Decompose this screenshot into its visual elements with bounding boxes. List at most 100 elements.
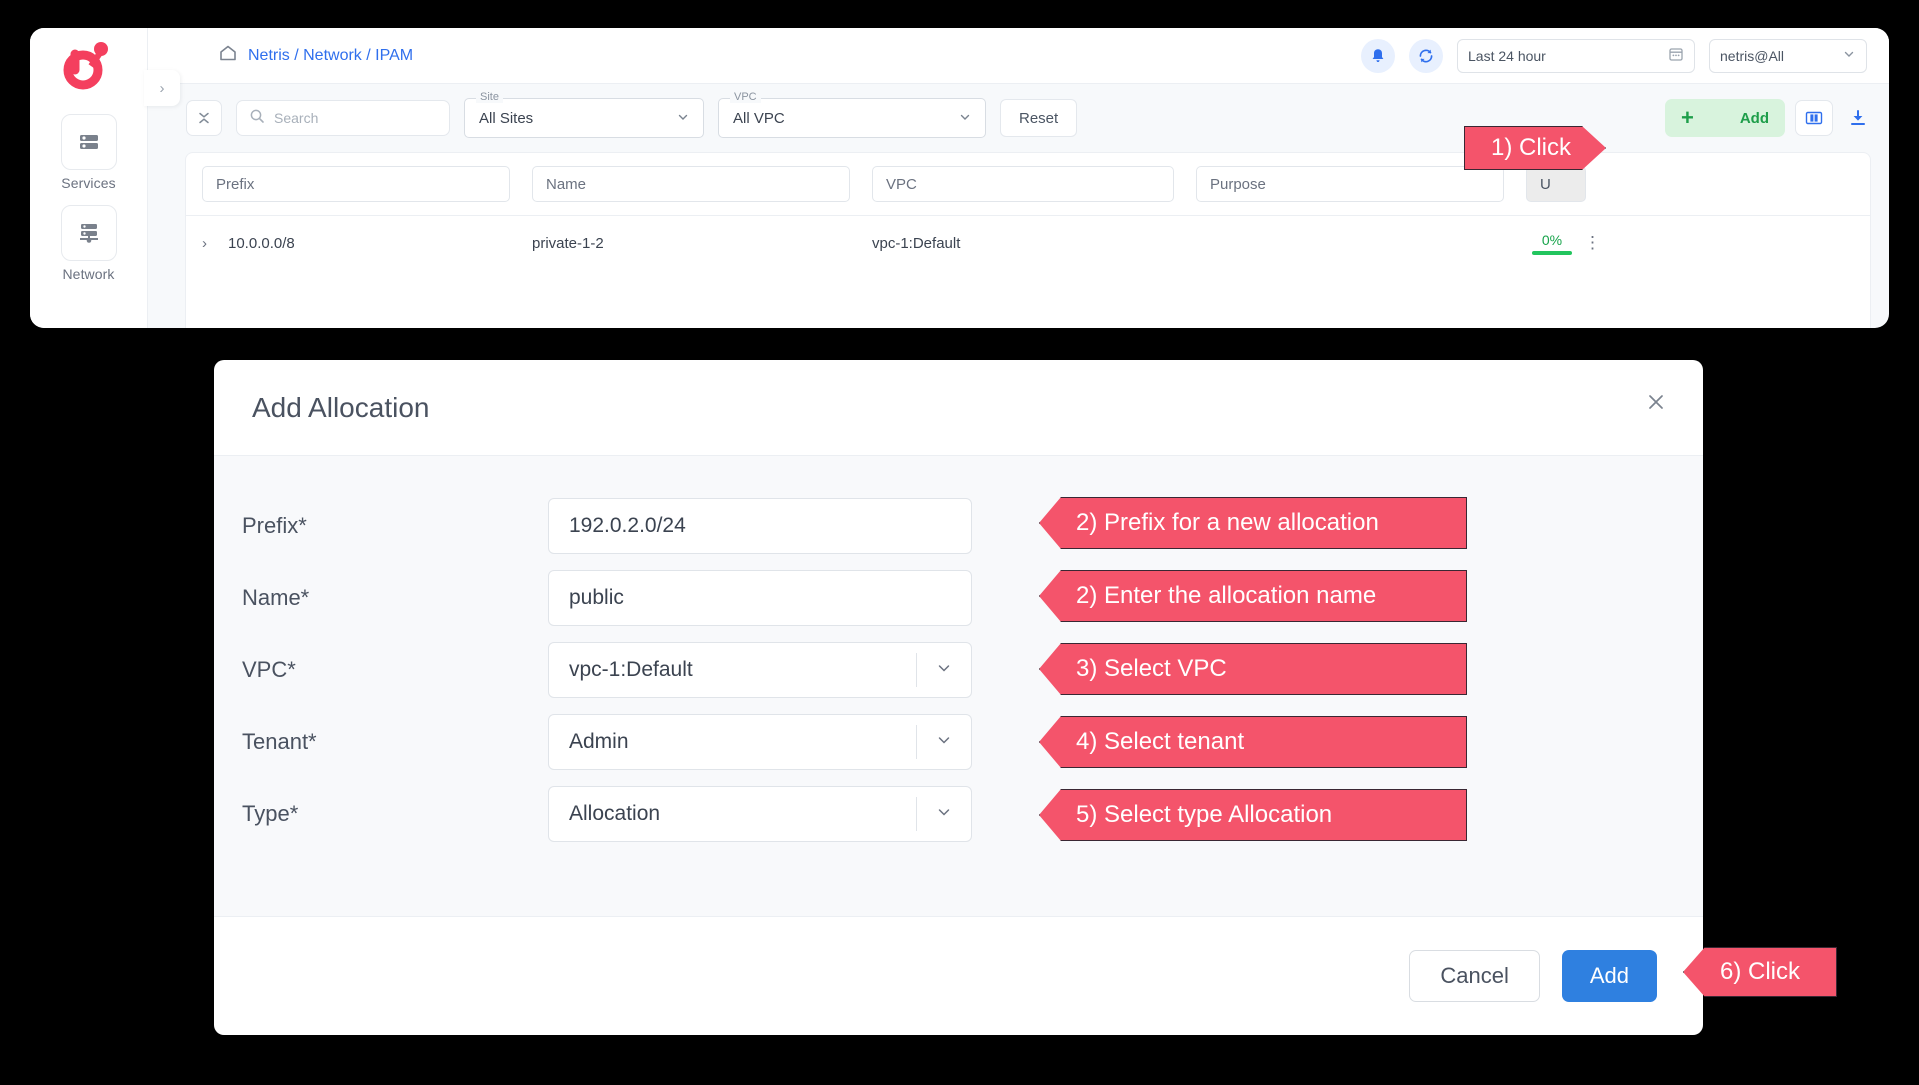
filter-utilization[interactable]: U: [1526, 166, 1586, 202]
field-row-type: Type* Allocation: [214, 778, 1703, 850]
add-button[interactable]: + Add: [1665, 99, 1785, 137]
sidebar-expand-toggle[interactable]: ›: [144, 70, 180, 106]
screenshot-stage: Services Network ›: [0, 0, 1919, 1085]
chevron-down-icon: [917, 659, 971, 682]
callout-step-1-label: 1) Click: [1491, 134, 1571, 162]
utilization-bar: [1532, 251, 1572, 255]
table-row[interactable]: › 10.0.0.0/8 private-1-2 vpc-1:Default 0…: [186, 216, 1870, 270]
label-tenant: Tenant*: [242, 729, 548, 755]
input-name[interactable]: public: [548, 570, 972, 626]
breadcrumb[interactable]: Netris / Network / IPAM: [218, 43, 413, 68]
site-select[interactable]: Site All Sites: [464, 98, 704, 138]
cell-utilization: 0%: [1526, 232, 1578, 255]
modal-header: Add Allocation: [214, 360, 1703, 455]
callout-step-6: 6) Click: [1683, 947, 1837, 997]
netris-logo-icon[interactable]: [30, 28, 148, 100]
chevron-down-icon: [917, 803, 971, 826]
user-menu-value: netris@All: [1720, 48, 1784, 64]
row-menu-icon[interactable]: ⋮: [1578, 233, 1608, 253]
modal-title: Add Allocation: [252, 392, 429, 424]
utilization-value: 0%: [1526, 232, 1578, 248]
select-type-value: Allocation: [569, 802, 660, 826]
site-select-value: All Sites: [479, 110, 533, 127]
vpc-select-legend: VPC: [730, 91, 761, 103]
bell-icon[interactable]: [1361, 39, 1395, 73]
server-stack-icon: [61, 114, 117, 170]
filter-utilization-placeholder: U: [1540, 176, 1551, 193]
callout-step-2-name-label: 2) Enter the allocation name: [1076, 582, 1376, 610]
filter-vpc[interactable]: VPC: [872, 166, 1174, 202]
search-icon: [249, 108, 265, 129]
filter-prefix[interactable]: Prefix: [202, 166, 510, 202]
callout-step-6-label: 6) Click: [1720, 958, 1800, 986]
callout-step-2-prefix: 2) Prefix for a new allocation: [1039, 497, 1467, 549]
field-row-name: Name* public: [214, 562, 1703, 634]
field-row-vpc: VPC* vpc-1:Default: [214, 634, 1703, 706]
collapse-rows-icon[interactable]: [186, 100, 222, 136]
filter-name[interactable]: Name: [532, 166, 850, 202]
cancel-button[interactable]: Cancel: [1409, 950, 1539, 1002]
search-input[interactable]: Search: [236, 100, 450, 136]
select-type[interactable]: Allocation: [548, 786, 972, 842]
callout-step-1: 1) Click: [1464, 126, 1606, 170]
reset-button[interactable]: Reset: [1000, 99, 1077, 137]
filter-prefix-placeholder: Prefix: [216, 176, 254, 193]
header-actions: Last 24 hour netris@All: [1361, 39, 1867, 73]
label-name: Name*: [242, 585, 548, 611]
callout-step-3-label: 3) Select VPC: [1076, 655, 1227, 683]
filter-name-placeholder: Name: [546, 176, 586, 193]
sidebar-item-label: Network: [62, 266, 114, 282]
plus-icon: +: [1681, 105, 1694, 131]
label-type: Type*: [242, 801, 548, 827]
input-prefix-value: 192.0.2.0/24: [569, 514, 686, 538]
toolbar-right-actions: + Add: [1665, 99, 1873, 137]
select-tenant[interactable]: Admin: [548, 714, 972, 770]
breadcrumb-text[interactable]: Netris / Network / IPAM: [248, 47, 413, 65]
date-range-picker[interactable]: Last 24 hour: [1457, 39, 1695, 73]
search-placeholder: Search: [274, 110, 318, 126]
filter-purpose[interactable]: Purpose: [1196, 166, 1504, 202]
download-icon[interactable]: [1843, 108, 1873, 128]
input-name-value: public: [569, 586, 624, 610]
calendar-icon: [1668, 46, 1684, 65]
select-tenant-value: Admin: [569, 730, 629, 754]
network-switch-icon: [61, 205, 117, 261]
refresh-icon[interactable]: [1409, 39, 1443, 73]
chevron-down-icon: [1842, 47, 1856, 64]
app-header: Netris / Network / IPAM: [148, 28, 1889, 84]
select-vpc-value: vpc-1:Default: [569, 658, 693, 682]
filter-purpose-placeholder: Purpose: [1210, 176, 1266, 193]
callout-step-5-label: 5) Select type Allocation: [1076, 801, 1332, 829]
filter-vpc-placeholder: VPC: [886, 176, 917, 193]
modal-body: Prefix* 192.0.2.0/24 Name* public VPC* v…: [214, 455, 1703, 917]
home-icon[interactable]: [218, 43, 238, 68]
cell-prefix: 10.0.0.0/8: [228, 235, 532, 252]
close-icon[interactable]: [1639, 385, 1673, 419]
sidebar-item-label: Services: [61, 175, 115, 191]
select-vpc[interactable]: vpc-1:Default: [548, 642, 972, 698]
chevron-down-icon: [917, 731, 971, 754]
submit-add-button[interactable]: Add: [1562, 950, 1657, 1002]
vpc-select[interactable]: VPC All VPC: [718, 98, 986, 138]
date-range-value: Last 24 hour: [1468, 48, 1546, 64]
row-expand-icon[interactable]: ›: [202, 235, 228, 252]
callout-step-5: 5) Select type Allocation: [1039, 789, 1467, 841]
sidebar-item-services[interactable]: Services: [56, 114, 122, 191]
label-vpc: VPC*: [242, 657, 548, 683]
sidebar: Services Network: [30, 28, 148, 328]
columns-layout-icon[interactable]: [1795, 100, 1833, 136]
add-button-label: Add: [1740, 110, 1769, 127]
cell-name: private-1-2: [532, 235, 872, 252]
modal-footer: Cancel Add: [214, 917, 1703, 1035]
callout-step-2-prefix-label: 2) Prefix for a new allocation: [1076, 509, 1379, 537]
input-prefix[interactable]: 192.0.2.0/24: [548, 498, 972, 554]
site-select-legend: Site: [476, 91, 503, 103]
callout-step-4: 4) Select tenant: [1039, 716, 1467, 768]
app-window: Services Network ›: [30, 28, 1889, 328]
user-menu[interactable]: netris@All: [1709, 39, 1867, 73]
label-prefix: Prefix*: [242, 513, 548, 539]
vpc-select-value: All VPC: [733, 110, 785, 127]
sidebar-item-network[interactable]: Network: [56, 205, 122, 282]
chevron-down-icon: [945, 110, 985, 127]
callout-step-4-label: 4) Select tenant: [1076, 728, 1244, 756]
